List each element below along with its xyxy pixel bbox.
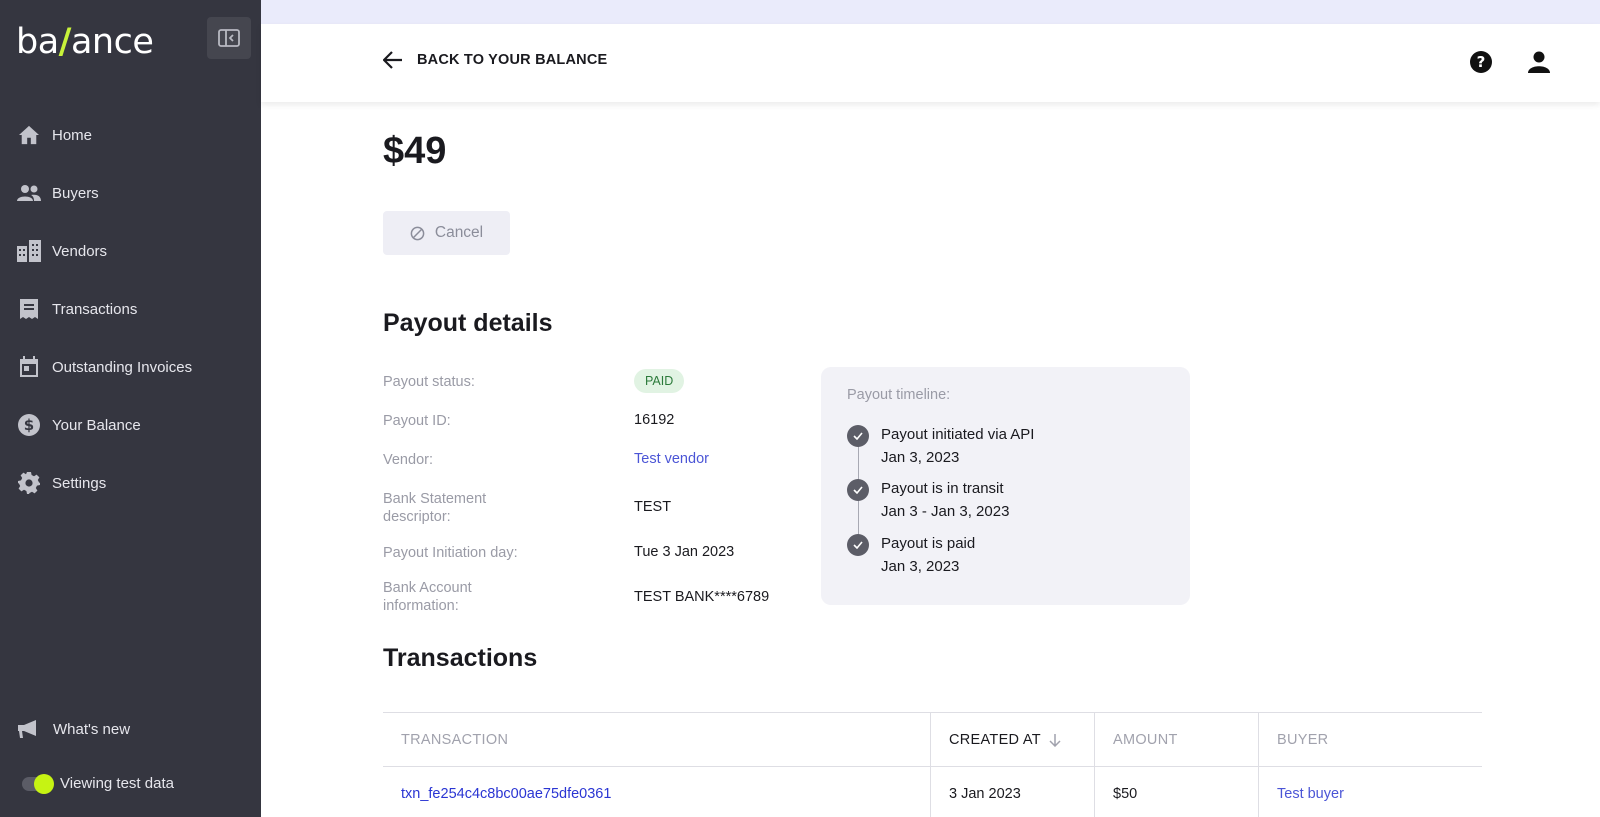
amount-cell: $50	[1095, 767, 1259, 817]
test-data-label: Viewing test data	[60, 775, 174, 792]
vendor-link[interactable]: Test vendor	[634, 451, 709, 467]
column-header-created-at[interactable]: CREATED AT	[931, 713, 1095, 766]
whats-new-label: What's new	[53, 720, 131, 738]
sidebar-item-outstanding-invoices[interactable]: Outstanding Invoices	[0, 338, 261, 396]
whats-new-link[interactable]: What's new	[17, 719, 130, 739]
check-icon	[847, 479, 869, 501]
sidebar-item-label: Outstanding Invoices	[52, 358, 193, 376]
top-banner-strip	[261, 0, 1600, 24]
sidebar-item-label: Home	[52, 126, 93, 144]
sidebar-item-buyers[interactable]: Buyers	[0, 164, 261, 222]
column-header-transaction[interactable]: TRANSACTION	[383, 713, 931, 766]
sidebar-item-label: Your Balance	[52, 416, 141, 434]
megaphone-icon	[17, 719, 39, 739]
sidebar-nav: Home Buyers Vendors Transactions Outstan…	[0, 106, 261, 512]
timeline-step: Payout is in transit Jan 3 - Jan 3, 2023	[847, 478, 1009, 524]
timeline-title: Payout timeline:	[847, 387, 951, 403]
timeline-step-date: Jan 3, 2023	[881, 449, 960, 466]
timeline-step-date: Jan 3 - Jan 3, 2023	[881, 503, 1010, 520]
toggle-knob	[34, 773, 54, 794]
initiation-day-value: Tue 3 Jan 2023	[634, 544, 735, 560]
descriptor-value: TEST	[634, 499, 672, 515]
payout-id-value: 16192	[634, 412, 675, 428]
payout-amount: $49	[383, 130, 447, 172]
back-to-balance-link[interactable]: BACK TO YOUR BALANCE	[383, 51, 607, 69]
arrow-left-icon	[383, 51, 402, 69]
payout-status-label: Payout status:	[383, 374, 475, 390]
dollar-circle-icon: $	[17, 413, 41, 437]
cancel-payout-button[interactable]: Cancel	[383, 211, 510, 255]
timeline-step-title: Payout is in transit	[881, 480, 1004, 497]
cancel-label: Cancel	[434, 224, 484, 241]
sidebar-item-label: Settings	[52, 474, 107, 492]
bank-account-label-line-1: Bank Account	[383, 580, 472, 596]
status-badge: PAID	[634, 369, 685, 393]
transaction-id-link[interactable]: txn_fe254c4c8bc00ae75dfe0361	[383, 767, 931, 817]
calendar-icon	[17, 355, 41, 379]
payout-timeline: Payout timeline: Payout initiated via AP…	[821, 367, 1190, 605]
sidebar-item-home[interactable]: Home	[0, 106, 261, 164]
timeline-step-title: Payout initiated via API	[881, 426, 1035, 443]
table-row: txn_fe254c4c8bc00ae75dfe0361 3 Jan 2023 …	[383, 767, 1482, 817]
sidebar-item-label: Transactions	[52, 300, 138, 318]
help-icon[interactable]: ?	[1469, 50, 1493, 79]
sidebar-item-transactions[interactable]: Transactions	[0, 280, 261, 338]
gear-icon	[17, 471, 41, 495]
column-header-amount[interactable]: AMOUNT	[1095, 713, 1259, 766]
column-header-label: CREATED AT	[949, 731, 1041, 748]
buyer-link[interactable]: Test buyer	[1259, 767, 1482, 817]
bank-account-label-line-2: information:	[383, 598, 459, 614]
sidebar-item-label: Vendors	[52, 242, 108, 260]
timeline-step-title: Payout is paid	[881, 535, 976, 552]
timeline-step-date: Jan 3, 2023	[881, 558, 960, 575]
timeline-step: Payout initiated via API Jan 3, 2023	[847, 424, 1034, 470]
user-account-icon[interactable]	[1527, 50, 1551, 79]
sidebar-collapse-icon	[218, 29, 240, 47]
check-icon	[847, 534, 869, 556]
balance-logo[interactable]: ba/ance	[16, 22, 154, 62]
building-icon	[17, 239, 41, 263]
sidebar-item-settings[interactable]: Settings	[0, 454, 261, 512]
timeline-step: Payout is paid Jan 3, 2023	[847, 533, 975, 579]
descriptor-label-line-2: descriptor:	[383, 509, 451, 525]
sort-arrow-down-icon	[1049, 733, 1061, 747]
table-header-row: TRANSACTION CREATED AT AMOUNT BUYER	[383, 713, 1482, 767]
bank-account-value: TEST BANK****6789	[634, 589, 770, 605]
transactions-table: TRANSACTION CREATED AT AMOUNT BUYER txn_…	[383, 712, 1482, 817]
created-at-cell: 3 Jan 2023	[931, 767, 1095, 817]
transactions-title: Transactions	[383, 644, 538, 672]
vendor-label: Vendor:	[383, 452, 433, 468]
sidebar: ba/ance Home Buyers Vendors Transactions…	[0, 0, 261, 817]
descriptor-label-line-1: Bank Statement	[383, 491, 487, 507]
test-data-toggle[interactable]	[22, 773, 54, 794]
collapse-sidebar-button[interactable]	[207, 17, 251, 59]
sidebar-item-label: Buyers	[52, 184, 99, 202]
payout-id-label: Payout ID:	[383, 413, 451, 429]
test-data-toggle-row: Viewing test data	[22, 773, 174, 794]
cancel-icon	[410, 226, 425, 240]
bank-account-label: Bank Account information:	[383, 579, 472, 615]
descriptor-label: Bank Statement descriptor:	[383, 490, 486, 526]
home-icon	[17, 123, 41, 147]
page-header: BACK TO YOUR BALANCE ?	[261, 24, 1600, 102]
svg-text:?: ?	[1477, 53, 1486, 71]
people-icon	[17, 181, 41, 205]
column-header-buyer[interactable]: BUYER	[1259, 713, 1482, 766]
sidebar-item-vendors[interactable]: Vendors	[0, 222, 261, 280]
payout-details-title: Payout details	[383, 309, 553, 337]
initiation-day-label: Payout Initiation day:	[383, 545, 518, 561]
check-icon	[847, 425, 869, 447]
receipt-icon	[17, 297, 41, 321]
sidebar-item-your-balance[interactable]: $ Your Balance	[0, 396, 261, 454]
svg-text:$: $	[24, 416, 34, 434]
back-label: BACK TO YOUR BALANCE	[417, 52, 608, 68]
